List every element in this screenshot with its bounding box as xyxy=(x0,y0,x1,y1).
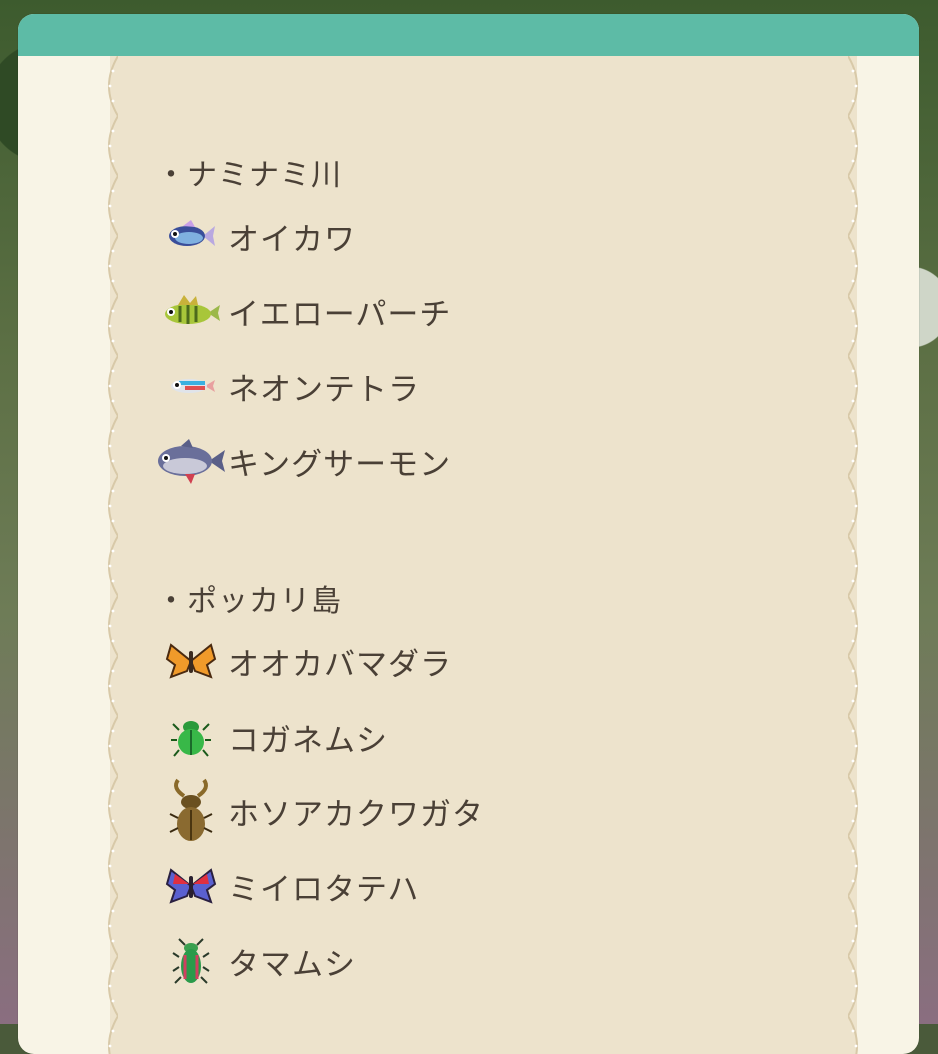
list-item: キングサーモン xyxy=(154,435,451,487)
item-label: オイカワ xyxy=(228,221,356,258)
jewel-beetle-icon xyxy=(154,935,228,987)
list-panel: ・ナミナミ川 オイカワ イエローパーチ ネオンテトラ キングサーモン ・ポッカリ… xyxy=(18,14,919,1054)
yellow-perch-fish-icon xyxy=(154,285,228,337)
list-item: イエローパーチ xyxy=(154,285,451,337)
item-label: キングサーモン xyxy=(228,446,452,483)
stag-beetle-icon xyxy=(154,778,228,841)
scarab-beetle-icon xyxy=(154,711,228,763)
scallop-border-left xyxy=(100,56,118,1054)
item-label: イエローパーチ xyxy=(228,296,452,333)
item-label: ネオンテトラ xyxy=(228,371,420,408)
list-item: ミイロタテハ xyxy=(154,860,419,912)
agrias-butterfly-icon xyxy=(154,860,228,912)
pale-chub-fish-icon xyxy=(154,210,228,262)
item-label: タマムシ xyxy=(228,946,356,983)
list-item: コガネムシ xyxy=(154,711,388,763)
item-label: ミイロタテハ xyxy=(228,871,420,908)
monarch-butterfly-icon xyxy=(154,635,228,687)
item-label: ホソアカクワガタ xyxy=(228,796,484,833)
list-item: ネオンテトラ xyxy=(154,360,420,412)
neon-tetra-fish-icon xyxy=(154,360,228,412)
item-label: オオカバマダラ xyxy=(228,646,452,683)
section-title-pokkari-island: ・ポッカリ島 xyxy=(156,584,342,619)
list-item: オイカワ xyxy=(154,210,356,262)
king-salmon-fish-icon xyxy=(154,435,228,487)
list-item: オオカバマダラ xyxy=(154,635,452,687)
scallop-border-right xyxy=(848,56,866,1054)
item-label: コガネムシ xyxy=(228,722,388,759)
list-item: ホソアカクワガタ xyxy=(154,778,484,841)
section-title-naminami-river: ・ナミナミ川 xyxy=(156,158,342,193)
panel-header-bar xyxy=(18,14,919,56)
list-item: タマムシ xyxy=(154,935,356,987)
